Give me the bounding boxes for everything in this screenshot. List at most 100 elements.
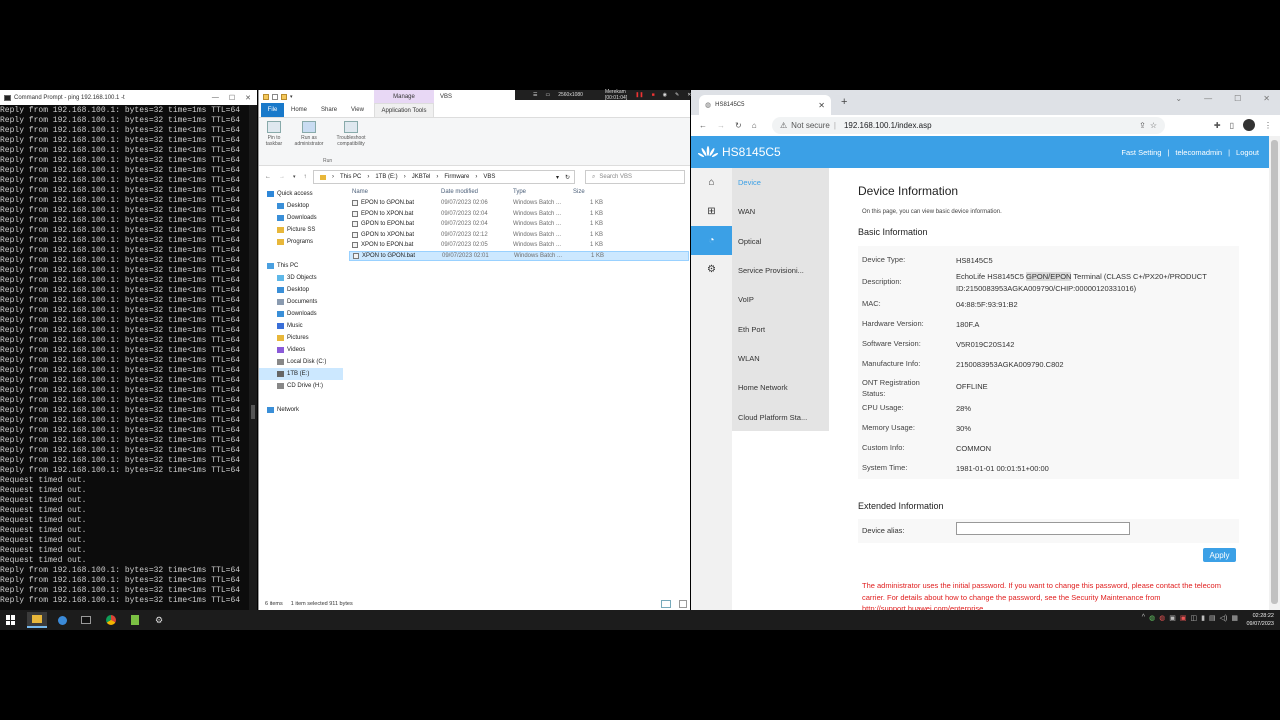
- url-text[interactable]: 192.168.100.1/index.asp: [844, 121, 932, 130]
- back-arrow-icon[interactable]: ←: [265, 174, 271, 180]
- tray-app-icon[interactable]: ▣: [1180, 614, 1187, 622]
- forward-arrow-icon[interactable]: →: [717, 121, 725, 130]
- close-icon[interactable]: ✕: [1263, 94, 1270, 103]
- router-menu-item[interactable]: Cloud Platform Sta...: [732, 402, 829, 431]
- cmd-scroll-thumb[interactable]: [251, 405, 255, 419]
- router-menu-item[interactable]: WLAN: [732, 344, 829, 373]
- tab-view[interactable]: View: [344, 107, 371, 113]
- nav-item[interactable]: CD Drive (H:): [259, 380, 343, 392]
- new-tab-icon[interactable]: +: [841, 96, 847, 108]
- large-icons-view-icon[interactable]: [679, 600, 687, 608]
- nav-item[interactable]: Picture SS: [259, 224, 343, 236]
- avatar[interactable]: [1243, 119, 1255, 131]
- apply-button[interactable]: Apply: [1203, 548, 1236, 562]
- side-panel-icon[interactable]: ▯: [1230, 121, 1234, 130]
- file-row[interactable]: XPON to GPON.bat 09/07/2023 02:01 Windows …: [349, 250, 689, 261]
- home-icon[interactable]: ⌂: [752, 121, 757, 130]
- file-explorer-taskbar-icon[interactable]: [27, 612, 47, 628]
- file-list[interactable]: Name Date modified Type Size EPON to GPO…: [349, 186, 689, 598]
- sidebar-item-home[interactable]: ⌂: [691, 168, 732, 197]
- router-menu-item[interactable]: Device: [732, 168, 829, 197]
- nav-item[interactable]: Quick access: [259, 188, 343, 200]
- nav-item[interactable]: Videos: [259, 344, 343, 356]
- close-tab-icon[interactable]: ✕: [818, 101, 825, 110]
- cmd-output[interactable]: Reply from 192.168.100.1: bytes=32 time=…: [0, 105, 249, 610]
- column-type[interactable]: Type: [513, 189, 573, 195]
- breadcrumb-jkbtel[interactable]: JKBTel: [412, 174, 431, 180]
- browser-taskbar-icon[interactable]: [52, 612, 72, 628]
- chrome-window[interactable]: ◍ HS8145C5 ✕ + ⌄ — ☐ ✕ ← → ↻ ⌂ ⚠ Not sec…: [691, 90, 1280, 610]
- page-scroll-thumb[interactable]: [1271, 140, 1278, 604]
- run-as-admin-button[interactable]: Run as administrator: [289, 121, 329, 147]
- maximize-icon[interactable]: ☐: [229, 94, 235, 102]
- username-label[interactable]: telecomadmin: [1175, 148, 1222, 157]
- nav-item[interactable]: Desktop: [259, 284, 343, 296]
- nav-item[interactable]: Desktop: [259, 200, 343, 212]
- tray-arrow-icon[interactable]: ^: [1142, 614, 1145, 622]
- tray-app-icon[interactable]: ◍: [1149, 614, 1155, 622]
- close-icon[interactable]: ✕: [245, 94, 251, 102]
- router-menu-item[interactable]: WAN: [732, 197, 829, 226]
- router-menu-item[interactable]: Optical: [732, 227, 829, 256]
- file-explorer-window[interactable]: ▾ Manage VBS File Home Share View Applic…: [258, 90, 690, 610]
- nav-item[interactable]: Local Disk (C:): [259, 356, 343, 368]
- minimize-icon[interactable]: —: [1204, 94, 1212, 103]
- tab-share[interactable]: Share: [314, 107, 344, 113]
- breadcrumb-vbs[interactable]: VBS: [483, 174, 495, 180]
- router-menu-item[interactable]: Eth Port: [732, 314, 829, 343]
- logout-link[interactable]: Logout: [1236, 148, 1259, 157]
- nav-item[interactable]: Downloads: [259, 308, 343, 320]
- volume-icon[interactable]: ◁): [1220, 614, 1228, 622]
- chevron-down-icon[interactable]: ▾: [290, 94, 293, 100]
- warning-icon[interactable]: ⚠: [780, 121, 787, 130]
- reload-icon[interactable]: ↻: [735, 121, 742, 130]
- pen-icon[interactable]: ✎: [675, 92, 679, 98]
- search-input[interactable]: ⌕ Search VBS: [585, 170, 685, 184]
- file-row[interactable]: XPON to EPON.bat 09/07/2023 02:05 Windows …: [349, 240, 689, 251]
- fast-setting-link[interactable]: Fast Setting: [1121, 148, 1161, 157]
- breadcrumb-drive[interactable]: 1TB (E:): [375, 174, 397, 180]
- nav-item[interactable]: 1TB (E:): [259, 368, 343, 380]
- address-bar[interactable]: ⚠ Not secure | 192.168.100.1/index.asp ⇪…: [772, 117, 1165, 134]
- nav-item[interactable]: Network: [259, 404, 343, 416]
- nav-item[interactable]: Downloads: [259, 212, 343, 224]
- properties-icon[interactable]: [272, 93, 278, 100]
- chrome-taskbar-icon[interactable]: [101, 612, 121, 628]
- sidebar-item-settings[interactable]: ⚙: [691, 255, 732, 284]
- nav-item[interactable]: This PC: [259, 260, 343, 272]
- bookmark-star-icon[interactable]: ☆: [1150, 121, 1157, 130]
- address-dropdown-icon[interactable]: ▾: [556, 174, 559, 181]
- breadcrumb-firmware[interactable]: Firmware: [444, 174, 469, 180]
- tray-app-icon[interactable]: ◍: [1159, 614, 1165, 622]
- notepad-taskbar-icon[interactable]: [125, 612, 145, 628]
- not-secure-label[interactable]: Not secure: [791, 121, 830, 130]
- windows-start-icon[interactable]: [6, 615, 16, 625]
- page-scrollbar[interactable]: [1269, 136, 1280, 610]
- tab-application-tools[interactable]: Application Tools: [374, 103, 434, 117]
- menu-icon[interactable]: ☰: [533, 92, 537, 98]
- network-icon[interactable]: ▤: [1209, 614, 1216, 622]
- taskbar-clock[interactable]: 02:28:22 09/07/2023: [1246, 612, 1274, 628]
- stop-icon[interactable]: ■: [652, 92, 655, 98]
- share-icon[interactable]: ⇪: [1139, 121, 1146, 130]
- nav-item[interactable]: Pictures: [259, 332, 343, 344]
- command-prompt-window[interactable]: Command Prompt - ping 192.168.100.1 -t —…: [0, 90, 257, 610]
- tray-app-icon[interactable]: ▮: [1201, 614, 1205, 622]
- terminal-taskbar-icon[interactable]: [76, 612, 96, 628]
- router-menu-item[interactable]: Home Network: [732, 373, 829, 402]
- extensions-icon[interactable]: ✚: [1214, 121, 1221, 130]
- browser-tab[interactable]: ◍ HS8145C5 ✕: [699, 95, 831, 115]
- column-date-modified[interactable]: Date modified: [441, 189, 513, 195]
- navigation-pane[interactable]: Quick access Desktop Downloads Picture SS Pr…: [259, 188, 343, 598]
- pause-icon[interactable]: ❚❚: [635, 92, 643, 98]
- nav-item[interactable]: Music: [259, 320, 343, 332]
- details-view-icon[interactable]: [661, 600, 671, 608]
- device-alias-input[interactable]: [956, 522, 1130, 535]
- pin-to-taskbar-button[interactable]: Pin to taskbar: [263, 121, 285, 147]
- language-icon[interactable]: ▦: [1231, 614, 1238, 622]
- router-menu-item[interactable]: Service Provisioni...: [732, 256, 829, 285]
- minimize-icon[interactable]: —: [212, 94, 219, 102]
- column-size[interactable]: Size: [573, 189, 603, 195]
- breadcrumb-this-pc[interactable]: This PC: [340, 174, 361, 180]
- tray-app-icon[interactable]: ◫: [1191, 614, 1198, 622]
